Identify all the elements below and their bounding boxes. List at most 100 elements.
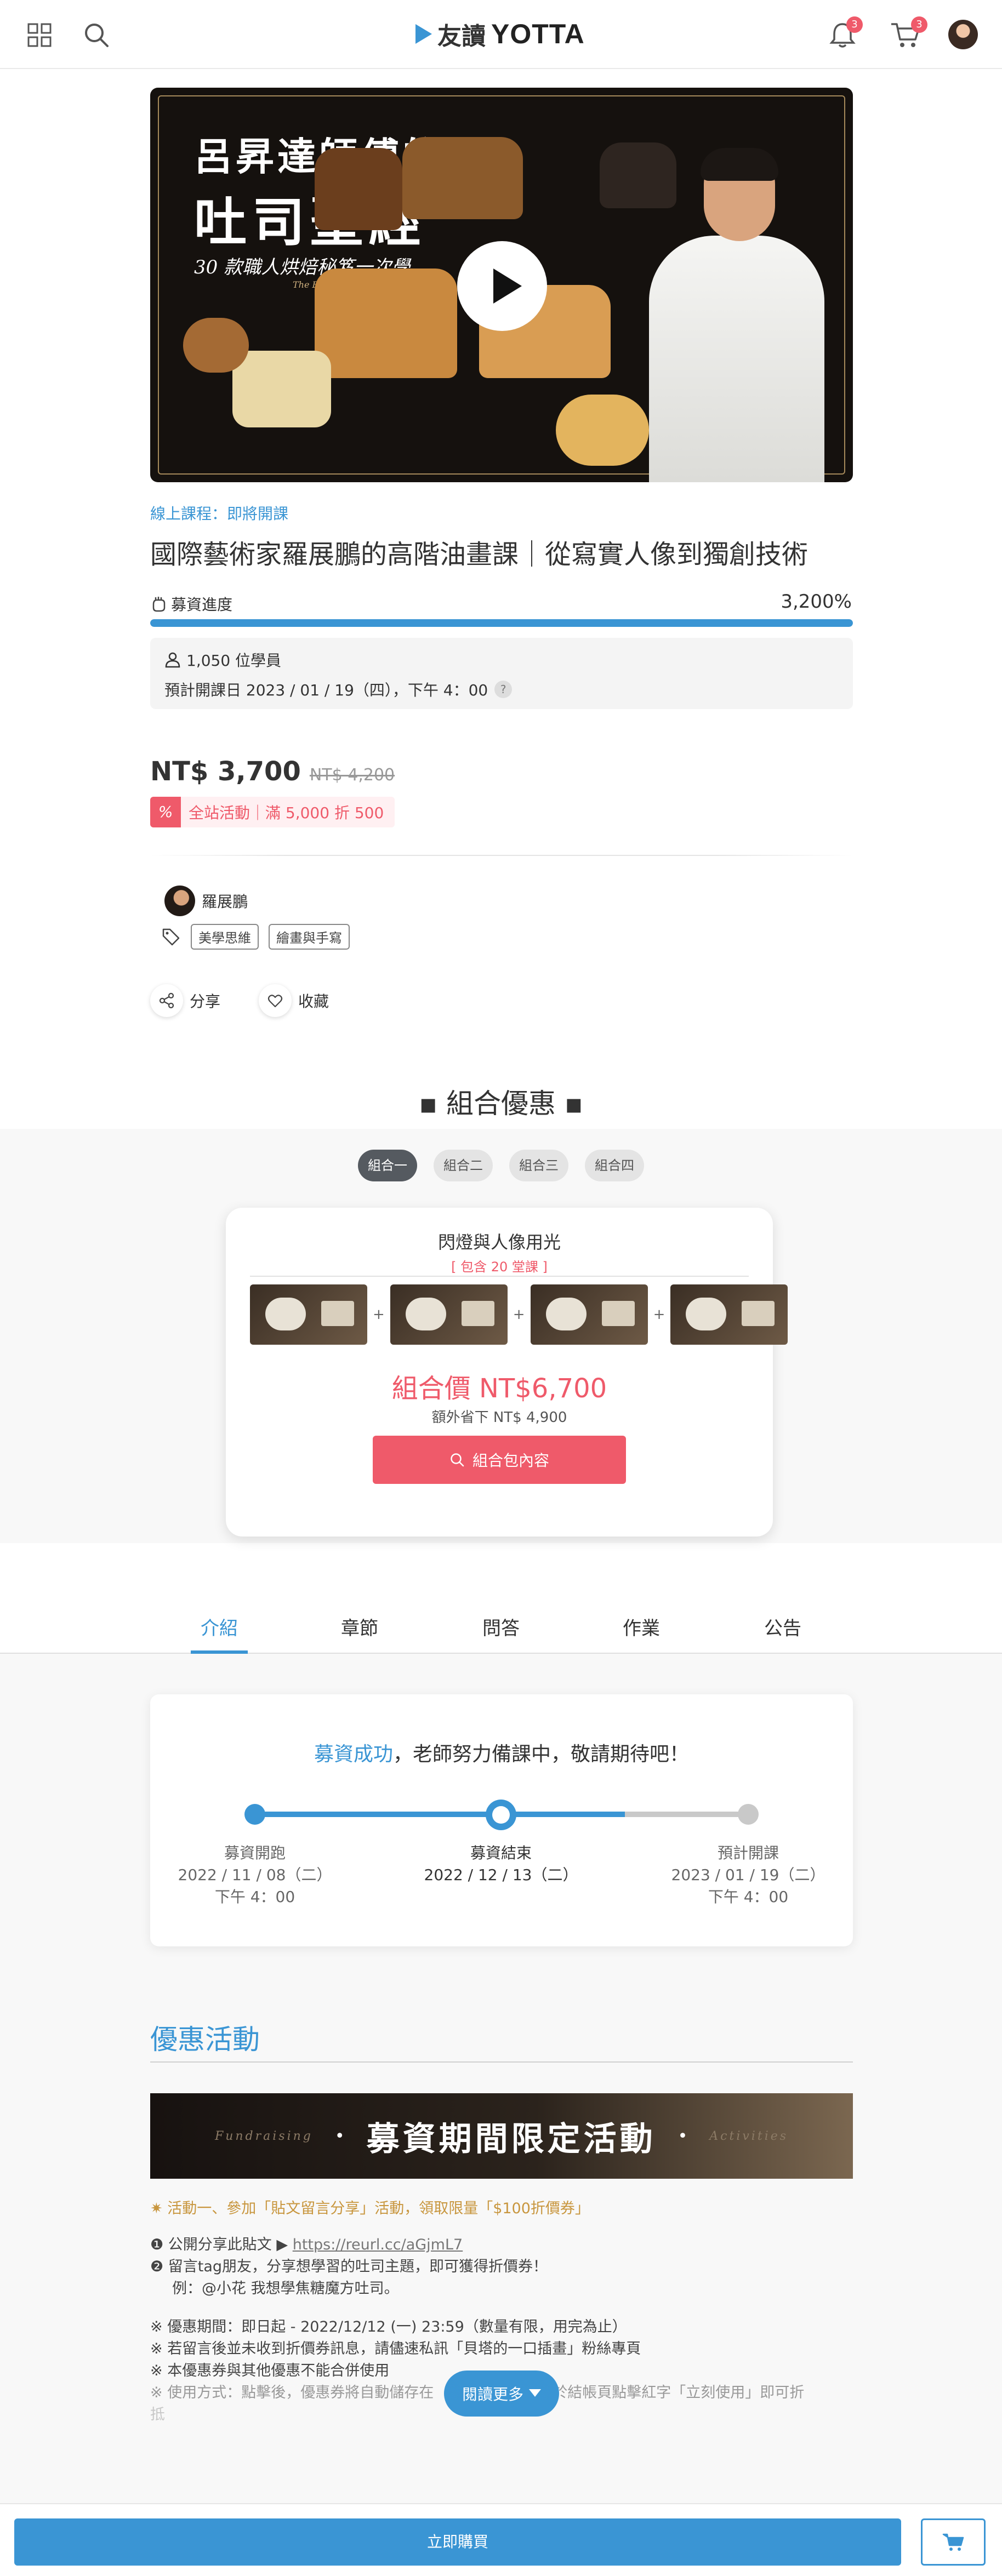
course-tags: 美學思維 繪畫與手寫 <box>161 924 350 950</box>
cart-icon <box>942 2533 964 2551</box>
combo-tab-3[interactable]: 組合三 <box>509 1150 568 1181</box>
timeline-dot-start <box>244 1804 265 1825</box>
share-button[interactable]: 分享 <box>150 984 220 1017</box>
share-label: 分享 <box>190 992 221 1010</box>
hand-icon <box>152 597 166 612</box>
search-icon <box>451 1453 464 1467</box>
cart-badge: 3 <box>911 16 927 33</box>
tab-qa[interactable]: 問答 <box>463 1613 539 1640</box>
offer-step-2: ❷ 留言tag朋友，分享想學習的吐司主題，即可獲得折價券！ <box>150 2258 548 2275</box>
site-logo[interactable]: 友讀 YOTTA <box>415 18 585 50</box>
buy-now-button[interactable]: 立即購買 <box>14 2518 901 2566</box>
bread-image <box>183 318 249 373</box>
cart-button[interactable]: 3 <box>890 16 927 49</box>
combo-tab-1[interactable]: 組合一 <box>358 1150 417 1181</box>
timeline-start-date: 2022 / 11 / 08（二） <box>178 1866 332 1884</box>
teacher-link[interactable]: 羅展鵬 <box>164 886 248 916</box>
timeline-start: 募資開跑 2022 / 11 / 08（二） 下午 4：00 <box>162 1842 348 1908</box>
combo-savings: 額外省下 NT$ 4,900 <box>431 1409 567 1426</box>
teacher-name: 羅展鵬 <box>202 893 248 911</box>
logo-zh: 友讀 <box>437 22 486 50</box>
user-avatar[interactable] <box>948 20 978 49</box>
timeline-dot-open <box>738 1804 759 1825</box>
content-tabs: 介紹 章節 問答 作業 公告 <box>0 1600 1002 1654</box>
course-thumbnail[interactable] <box>670 1284 788 1345</box>
search-icon[interactable] <box>83 22 110 48</box>
combo-heading: ▪ 組合優惠 ▪ <box>419 1088 583 1119</box>
favorite-button[interactable]: 收藏 <box>259 984 329 1017</box>
read-more-label: 閱讀更多 <box>462 2385 523 2403</box>
step1-text: ❶ 公開分享此貼文 ▶ <box>150 2236 293 2253</box>
purchase-bar: 立即購買 <box>0 2503 1002 2576</box>
banner-title: 募資期間限定活動 <box>366 2120 656 2158</box>
caret-down-icon <box>529 2389 541 2397</box>
funding-progress-fill <box>150 619 853 627</box>
combo-tab-2[interactable]: 組合二 <box>434 1150 493 1181</box>
course-thumbnail[interactable] <box>530 1284 648 1345</box>
combo-name: 閃燈與人像用光 <box>437 1232 561 1253</box>
tab-announcements[interactable]: 公告 <box>744 1613 821 1640</box>
plus-icon: + <box>373 1306 385 1323</box>
combo-button-label: 組合包內容 <box>472 1452 549 1470</box>
bread-image <box>232 351 331 427</box>
tab-intro[interactable]: 介紹 <box>181 1613 258 1640</box>
course-thumbnail[interactable] <box>250 1284 367 1345</box>
offer-step-1: ❶ 公開分享此貼文 ▶ https://reurl.cc/aGjmL7 <box>150 2234 853 2256</box>
read-more-button[interactable]: 閱讀更多 <box>444 2371 559 2417</box>
banner-right-text: Activities <box>709 2129 789 2143</box>
notification-button[interactable]: 3 <box>829 16 863 49</box>
play-button[interactable] <box>457 241 547 331</box>
note4-text-a: ※ 使用方式：點擊後，優惠券將自動儲存在 <box>150 2384 434 2401</box>
tag-aesthetics[interactable]: 美學思維 <box>191 924 259 950</box>
course-thumbnail[interactable] <box>390 1284 508 1345</box>
help-icon[interactable]: ? <box>494 681 513 698</box>
bread-image <box>315 269 457 378</box>
favorite-label: 收藏 <box>298 992 329 1010</box>
timeline-end-date: 2022 / 12 / 13（二） <box>424 1866 578 1884</box>
student-count: 1,050 位學員 <box>164 649 281 671</box>
bread-image <box>402 137 523 219</box>
offers-banner: Fundraising • 募資期間限定活動 • Activities <box>150 2093 853 2179</box>
banner-dot: • <box>334 2126 345 2146</box>
course-video[interactable]: 呂昇達師傅的 吐司聖經 30 款職人烘焙秘笈一次學 The Baking Bib… <box>150 88 853 482</box>
offer-note-2: ※ 若留言後並未收到折價券訊息，請儘速私訊「貝塔的一口插畫」粉絲專頁 <box>150 2340 641 2357</box>
timeline-start-label: 募資開跑 <box>224 1844 286 1862</box>
course-price: NT$ 3,700 NT$ 4,200 <box>150 756 395 787</box>
note4-text-b: ，於結帳頁點擊紅字「立刻使用」即可折 <box>538 2384 805 2401</box>
tag-drawing[interactable]: 繪畫與手寫 <box>269 924 350 950</box>
logo-en: YOTTA <box>491 19 585 49</box>
banner-left-text: Fundraising <box>214 2129 313 2143</box>
site-promotion[interactable]: % 全站活動｜滿 5,000 折 500 <box>150 797 395 827</box>
offers-rule <box>150 2061 853 2063</box>
add-to-cart-button[interactable] <box>921 2518 986 2566</box>
funding-progress-bar <box>150 619 853 627</box>
promotion-text: 全站活動｜滿 5,000 折 500 <box>189 804 384 822</box>
combo-content-button[interactable]: 組合包內容 <box>373 1436 626 1484</box>
funding-progress-label: 募資進度 <box>150 593 232 615</box>
grid-menu-icon[interactable] <box>27 23 52 47</box>
original-price: NT$ 4,200 <box>309 766 395 785</box>
person-icon <box>165 652 180 668</box>
bread-image <box>556 395 649 466</box>
plus-icon: + <box>513 1306 525 1323</box>
current-price: NT$ 3,700 <box>150 756 301 787</box>
offer-note-1: ※ 優惠期間：即日起 - 2022/12/12 (一) 23:59（數量有限，用… <box>150 2318 627 2335</box>
combo-tabs: 組合一 組合二 組合三 組合四 <box>0 1150 1002 1181</box>
timeline-open-label: 預計開課 <box>717 1844 779 1862</box>
notification-badge: 3 <box>846 16 863 33</box>
share-post-link[interactable]: https://reurl.cc/aGjmL7 <box>293 2236 463 2253</box>
timeline-open-time: 下午 4：00 <box>708 1888 789 1906</box>
tab-chapters[interactable]: 章節 <box>321 1613 398 1640</box>
timeline-start-time: 下午 4：00 <box>214 1888 295 1906</box>
tag-icon <box>162 928 180 945</box>
section-divider <box>150 855 853 856</box>
offer-step-2-example: 例：@小花 我想學焦糖魔方吐司。 <box>172 2280 399 2297</box>
chef-photo <box>644 132 830 482</box>
timeline-message-highlight: 募資成功 <box>314 1743 393 1766</box>
funding-progress-value: 3,200% <box>781 591 852 613</box>
course-title: 國際藝術家羅展鵬的高階油畫課｜從寫實人像到獨創技術 <box>150 539 809 570</box>
funding-timeline-card: 募資成功，老師努力備課中，敬請期待吧！ 募資開跑 2022 / 11 / 08（… <box>150 1694 853 1946</box>
offers-title: 優惠活動 <box>150 2024 260 2055</box>
combo-tab-4[interactable]: 組合四 <box>585 1150 644 1181</box>
tab-homework[interactable]: 作業 <box>603 1613 680 1640</box>
